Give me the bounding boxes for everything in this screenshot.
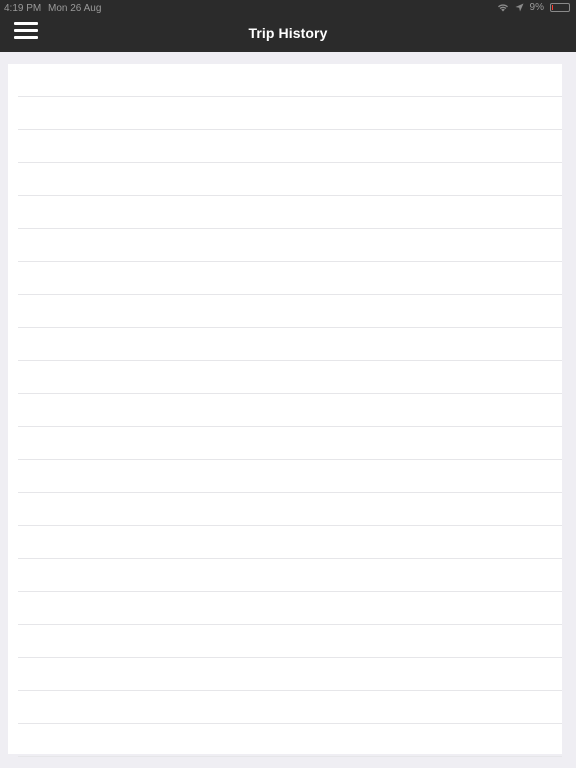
trip-row[interactable]: [18, 97, 562, 130]
page-title: Trip History: [248, 25, 328, 41]
trip-row[interactable]: [18, 229, 562, 262]
battery-percent: 9%: [529, 2, 544, 13]
trip-row[interactable]: [18, 493, 562, 526]
battery-icon: [550, 3, 570, 12]
trip-row[interactable]: [18, 724, 562, 757]
app-header: 4:19 PM Mon 26 Aug 9% Trip History: [0, 0, 576, 52]
status-indicators: 9%: [497, 2, 570, 13]
trip-row[interactable]: [18, 64, 562, 97]
trip-row[interactable]: [18, 559, 562, 592]
trip-row[interactable]: [18, 526, 562, 559]
status-date: Mon 26 Aug: [48, 3, 102, 14]
trip-row[interactable]: [18, 163, 562, 196]
trip-row[interactable]: [18, 130, 562, 163]
location-arrow-icon: [515, 3, 524, 12]
trip-row[interactable]: [18, 394, 562, 427]
status-time: 4:19 PM: [4, 3, 42, 14]
trip-row[interactable]: [18, 361, 562, 394]
trip-history-list[interactable]: [8, 64, 562, 757]
battery-level-fill: [552, 5, 553, 10]
trip-row[interactable]: [18, 460, 562, 493]
trip-row[interactable]: [18, 295, 562, 328]
status-bar: 4:19 PM Mon 26 Aug 9%: [0, 0, 576, 16]
trip-row[interactable]: [18, 691, 562, 724]
trip-row[interactable]: [18, 592, 562, 625]
trip-row[interactable]: [18, 427, 562, 460]
trip-row[interactable]: [18, 625, 562, 658]
trip-row[interactable]: [18, 196, 562, 229]
trip-row[interactable]: [18, 262, 562, 295]
trip-row[interactable]: [18, 328, 562, 361]
wifi-icon: [497, 3, 509, 12]
trip-row[interactable]: [18, 658, 562, 691]
